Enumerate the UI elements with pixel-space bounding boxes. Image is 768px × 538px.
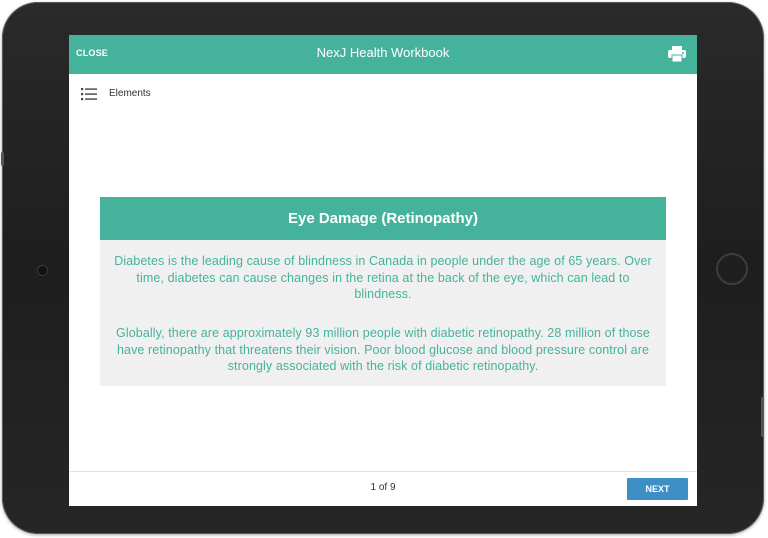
content-card: Eye Damage (Retinopathy) Diabetes is the… [100,197,666,386]
page-indicator: 1 of 9 [370,482,396,493]
elements-label: Elements [109,88,151,99]
volume-key [1,152,4,166]
footer-divider [69,471,697,472]
paragraph: Globally, there are approximately 93 mil… [116,326,650,373]
app-title: NexJ Health Workbook [316,45,450,60]
list-icon [81,88,97,101]
paragraph: Diabetes is the leading cause of blindne… [114,254,652,301]
next-button[interactable]: NEXT [627,478,688,500]
top-bar: CLOSE NexJ Health Workbook [69,35,697,74]
card-title: Eye Damage (Retinopathy) [100,197,666,240]
printer-icon[interactable] [667,45,687,63]
home-button[interactable] [716,253,748,285]
camera-icon [38,266,47,275]
app-screen: CLOSE NexJ Health Workbook Elements Eye … [69,35,697,506]
side-key [761,397,764,437]
